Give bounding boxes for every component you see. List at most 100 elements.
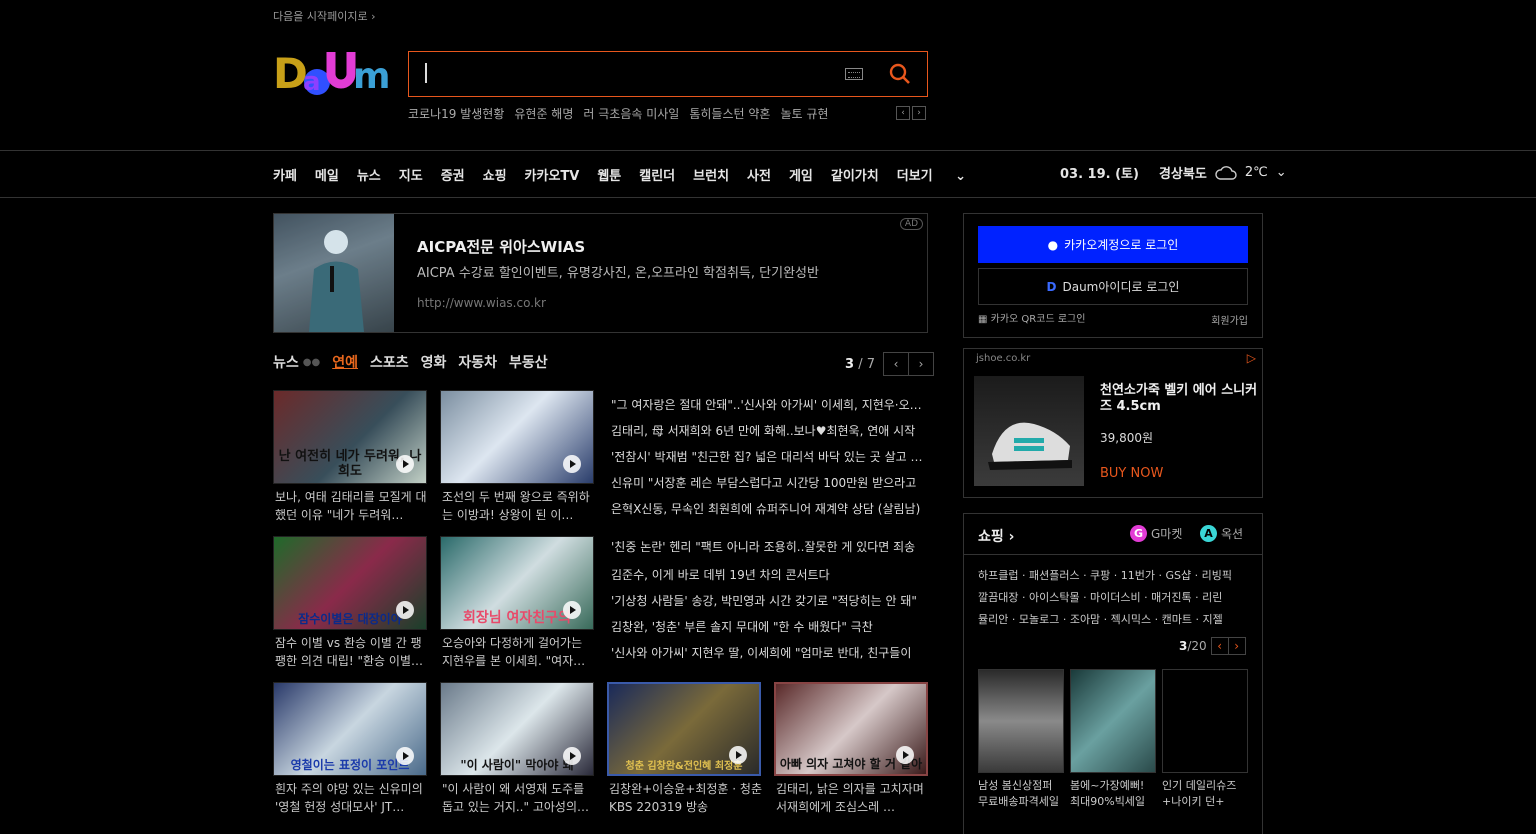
shop-prev-button[interactable]: ‹ <box>1210 637 1229 655</box>
tab-news[interactable]: 뉴스 <box>273 352 299 372</box>
nav-item-more[interactable]: 더보기 ⌄ <box>897 165 984 184</box>
search-box[interactable] <box>408 51 928 97</box>
nav-item-game[interactable]: 게임 <box>789 165 813 184</box>
tab-movie[interactable]: 영화 <box>421 352 447 372</box>
product-title[interactable]: 천연소가죽 벨키 에어 스니커즈 4.5cm <box>1100 383 1258 415</box>
ad-url[interactable]: http://www.wias.co.kr <box>417 296 546 310</box>
nav-item-mail[interactable]: 메일 <box>315 165 339 184</box>
news-prev-button[interactable]: ‹ <box>882 352 909 376</box>
video-title[interactable]: 김창완+이승윤+최정훈 · 청춘 KBS 220319 방송 <box>609 780 763 816</box>
nav-item-stock[interactable]: 증권 <box>441 165 465 184</box>
headline-link[interactable]: 은혁X신동, 무속인 최원희에 슈퍼주니어 재계약 상담 (살림남) <box>611 500 927 517</box>
cloud-icon <box>1215 165 1237 180</box>
nav-item-cafe[interactable]: 카페 <box>273 165 297 184</box>
shop-next-button[interactable]: › <box>1227 637 1246 655</box>
trend-item[interactable]: 놀토 규현 <box>780 105 828 122</box>
tab-entertainment[interactable]: 연예 <box>332 352 358 372</box>
gmarket-link[interactable]: G G마켓 <box>1130 525 1182 542</box>
nav-item-together[interactable]: 같이가치 <box>831 165 879 184</box>
date-weather[interactable]: 03. 19. (토) 경상북도 2℃ ⌄ <box>1060 163 1287 182</box>
kakao-login-button[interactable]: ● 카카오계정으로 로그인 <box>978 226 1248 263</box>
qr-login-link[interactable]: ▦ 카카오 QR코드 로그인 <box>978 310 1085 325</box>
page-current: 3 <box>845 356 855 372</box>
headline-link[interactable]: '친중 논란' 헨리 "팩트 아니라 조용히..잘못한 게 있다면 죄송 <box>611 538 927 555</box>
video-title[interactable]: 흰자 주의 야망 있는 신유미의 '영철 헌정 성대모사' JT… <box>275 780 429 816</box>
temperature-text: 2℃ <box>1244 165 1268 180</box>
shopping-title[interactable]: 쇼핑 › <box>978 526 1014 546</box>
date-text: 03. 19. (토) <box>1060 167 1139 182</box>
trend-item[interactable]: 유현준 해명 <box>514 105 573 122</box>
shop-item-image[interactable] <box>1162 669 1248 773</box>
shop-links[interactable]: 하프클럽 · 패션플러스 · 쿠팡 · 11번가 · GS샵 · 리빙픽 <box>978 567 1232 583</box>
daum-login-button[interactable]: D Daum아이디로 로그인 <box>978 268 1248 305</box>
tab-car[interactable]: 자동차 <box>458 352 497 372</box>
trend-item[interactable]: 러 극초음속 미사일 <box>583 105 679 122</box>
trend-item[interactable]: 코로나19 발생현황 <box>408 105 504 122</box>
play-icon <box>396 747 414 765</box>
shop-item-line2: 무료배송파격세일 <box>978 795 1059 808</box>
play-icon <box>396 601 414 619</box>
video-thumbnail[interactable]: 영철이는 표정이 포인트 <box>273 682 427 776</box>
shop-item-caption[interactable]: 인기 데일리슈즈 +나이키 던+ <box>1162 778 1254 810</box>
video-thumbnail[interactable]: 난 여전히 네가 두려워, 나희도 <box>273 390 427 484</box>
headline-link[interactable]: "그 여자랑은 절대 안돼"..'신사와 아가씨' 이세희, 지현우·오승아 <box>611 396 927 413</box>
shop-item-image[interactable] <box>1070 669 1156 773</box>
auction-link[interactable]: A 옥션 <box>1200 525 1243 542</box>
headline-link[interactable]: 신유미 "서장훈 레슨 부담스럽다고 시간당 100만원 받으라고 <box>611 474 927 491</box>
ad-choices-icon[interactable]: ▷ <box>1247 351 1256 365</box>
nav-item-brunch[interactable]: 브런치 <box>693 165 729 184</box>
sneaker-image <box>988 422 1072 470</box>
buy-now-link[interactable]: BUY NOW <box>1100 466 1163 481</box>
play-icon <box>729 746 747 764</box>
shop-page-total: /20 <box>1187 639 1207 653</box>
search-icon[interactable] <box>887 61 913 87</box>
nav-item-kakaotv[interactable]: 카카오TV <box>525 165 580 184</box>
headline-link[interactable]: '전참시' 박재범 "친근한 집? 넓은 대리석 바닥 있는 곳 살고 싶어 <box>611 448 927 465</box>
daum-logo[interactable]: D a m <box>273 48 391 100</box>
headline-link[interactable]: 김태리, 母 서재희와 6년 만에 화해..보나♥최현욱, 연애 시작 <box>611 422 927 439</box>
video-title[interactable]: 잠수 이별 vs 환승 이별 간 팽팽한 의견 대립! "환승 이별… <box>275 634 429 670</box>
video-thumbnail[interactable]: 아빠 의자 고쳐야 할 거 같아 <box>774 682 928 776</box>
play-icon <box>396 455 414 473</box>
signup-link[interactable]: 회원가입 <box>1211 312 1248 327</box>
start-page-link[interactable]: 다음을 시작페이지로 › <box>273 8 375 24</box>
video-thumbnail[interactable]: 청춘 김창완&전인혜 최정훈 <box>607 682 761 776</box>
nav-item-shopping[interactable]: 쇼핑 <box>483 165 507 184</box>
ad-title[interactable]: AICPA전문 위아스WIAS <box>417 236 585 257</box>
headline-link[interactable]: 김준수, 이게 바로 데뷔 19년 차의 콘서트다 <box>611 566 927 583</box>
headline-link[interactable]: '신사와 아가씨' 지현우 딸, 이세희에 "엄마로 반대, 친구들이 <box>611 644 927 661</box>
video-thumbnail[interactable]: "이 사람이" 막아야 돼 <box>440 682 594 776</box>
nav-item-webtoon[interactable]: 웹툰 <box>597 165 621 184</box>
trend-nav: ‹ › <box>896 106 926 120</box>
trend-next-button[interactable]: › <box>912 106 926 120</box>
shop-item-caption[interactable]: 남성 봄신상점퍼 무료배송파격세일 <box>978 778 1070 810</box>
shop-links[interactable]: 깔끔대장 · 아이스탁몰 · 마이더스비 · 매거진톡 · 리린 <box>978 589 1222 605</box>
shop-links[interactable]: 뮬리안 · 모놀로그 · 조아맘 · 젝시믹스 · 캔마트 · 지젤 <box>978 611 1223 627</box>
video-title[interactable]: "이 사람이 왜 서영재 도주를 돕고 있는 거지.." 고아성의… <box>442 780 596 816</box>
nav-item-map[interactable]: 지도 <box>399 165 423 184</box>
nav-item-dictionary[interactable]: 사전 <box>747 165 771 184</box>
video-thumbnail[interactable]: 잠수이별은 대장이야 <box>273 536 427 630</box>
video-thumbnail[interactable] <box>440 390 594 484</box>
shop-item-caption[interactable]: 봄에~가장예뻐! 최대90%빅세일 <box>1070 778 1162 810</box>
shop-item-image[interactable] <box>978 669 1064 773</box>
trend-prev-button[interactable]: ‹ <box>896 106 910 120</box>
video-title[interactable]: 보나, 여태 김태리를 모질게 대했던 이유 "네가 두려워… <box>275 488 429 524</box>
tab-realestate[interactable]: 부동산 <box>509 352 548 372</box>
text-ad-banner[interactable]: AICPA전문 위아스WIAS AICPA 수강료 할인이벤트, 유명강사진, … <box>273 213 928 333</box>
tab-sports[interactable]: 스포츠 <box>370 352 409 372</box>
video-thumbnail[interactable]: 회장님 여자친구의 <box>440 536 594 630</box>
nav-item-calendar[interactable]: 캘린더 <box>639 165 675 184</box>
keyboard-icon[interactable] <box>845 68 863 80</box>
play-icon <box>563 601 581 619</box>
shop-pager: 3/20 ‹ › <box>1179 637 1246 655</box>
headline-link[interactable]: 김창완, '청춘' 부른 솔지 무대에 "한 수 배웠다" 극찬 <box>611 618 927 635</box>
video-title[interactable]: 김태리, 낡은 의자를 고치자며 서재희에게 조심스레 … <box>776 780 930 816</box>
headline-link[interactable]: '기상청 사람들' 송강, 박민영과 시간 갖기로 "적당히는 안 돼" <box>611 592 927 609</box>
video-title[interactable]: 조선의 두 번째 왕으로 즉위하는 이방과! 상왕이 된 이… <box>442 488 596 524</box>
nav-item-news[interactable]: 뉴스 <box>357 165 381 184</box>
video-title[interactable]: 오승아와 다정하게 걸어가는 지현우를 본 이세희. "여자… <box>442 634 596 670</box>
trend-item[interactable]: 톰히들스턴 약혼 <box>689 105 770 122</box>
product-ad[interactable]: jshoe.co.kr ▷ 천연소가죽 벨키 에어 스니커즈 4.5cm 39,… <box>963 348 1263 498</box>
news-next-button[interactable]: › <box>907 352 934 376</box>
